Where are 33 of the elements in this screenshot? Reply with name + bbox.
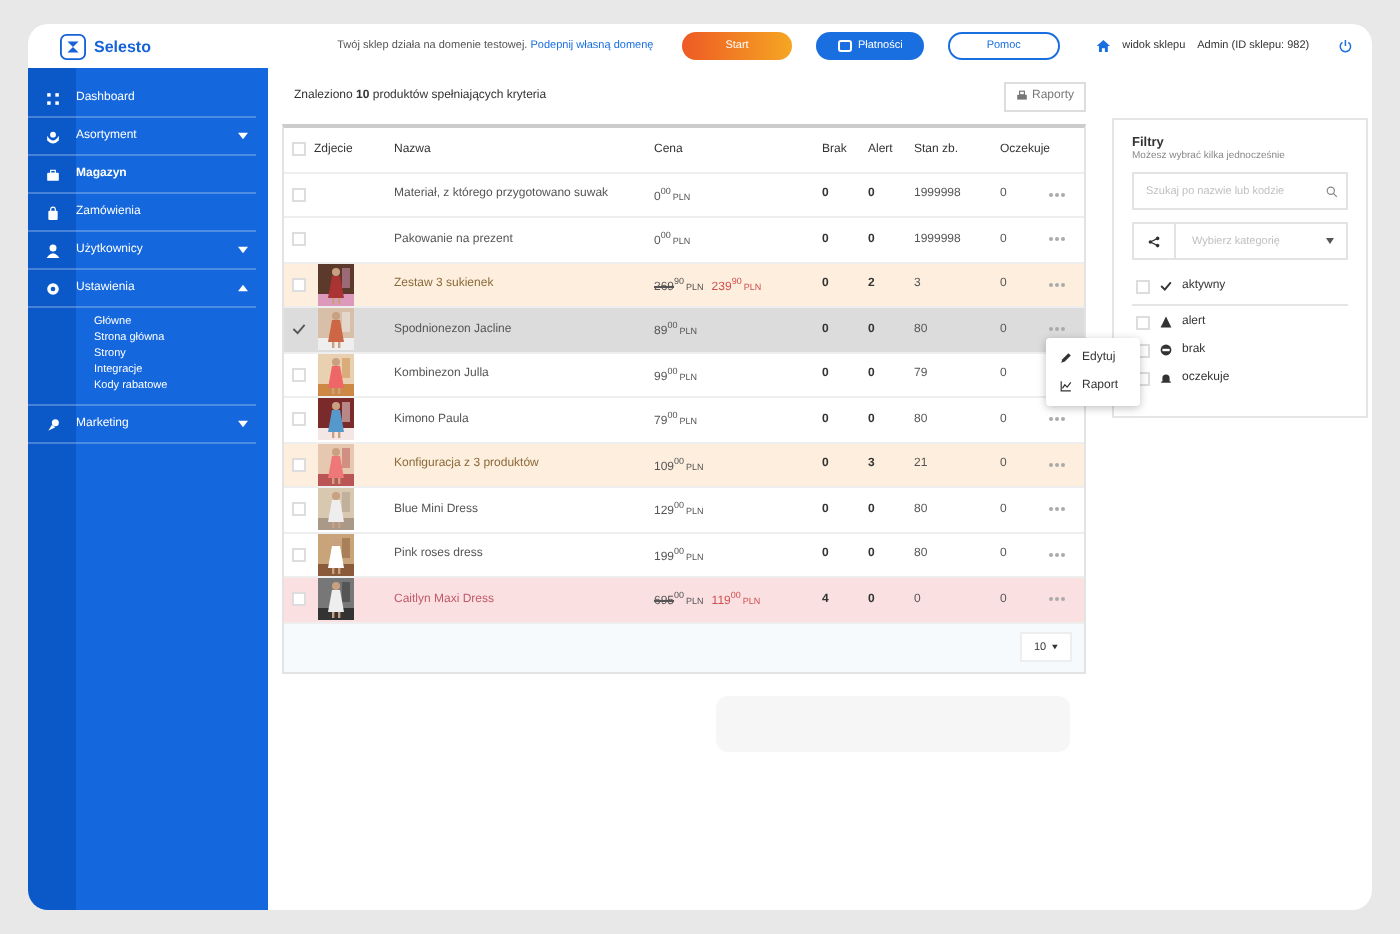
caret-icon [1052,644,1058,650]
bag-icon [45,205,59,219]
caret-icon [238,284,248,292]
more-icon[interactable] [1048,506,1066,513]
caret-icon [238,246,248,254]
logo-text: Selesto [94,37,151,55]
warning-icon [1160,316,1172,328]
checkbox[interactable] [292,322,306,337]
minus-circle-icon [1160,344,1172,356]
more-icon[interactable] [1048,281,1066,288]
more-icon[interactable] [1048,416,1066,423]
caret-icon [1326,238,1334,244]
search-icon[interactable] [1326,185,1338,197]
print-icon [1015,90,1028,102]
chart-icon [1060,380,1072,392]
caret-icon [238,420,248,428]
logo-icon [60,33,86,59]
more-icon[interactable] [1048,191,1066,198]
more-icon[interactable] [1048,236,1066,243]
grid-icon [45,91,59,105]
more-icon[interactable] [1048,461,1066,468]
check-icon [1160,280,1172,292]
settings-icon [45,281,59,295]
more-icon[interactable] [1048,551,1066,558]
more-icon[interactable] [1048,326,1066,333]
power-icon[interactable] [1337,38,1352,54]
share-icon [1148,235,1160,247]
home-icon[interactable] [1095,38,1111,54]
more-icon[interactable] [1048,596,1066,603]
briefcase-icon [45,167,59,181]
user-icon [45,243,59,257]
bell-icon [1160,372,1172,384]
caret-icon [238,132,248,140]
